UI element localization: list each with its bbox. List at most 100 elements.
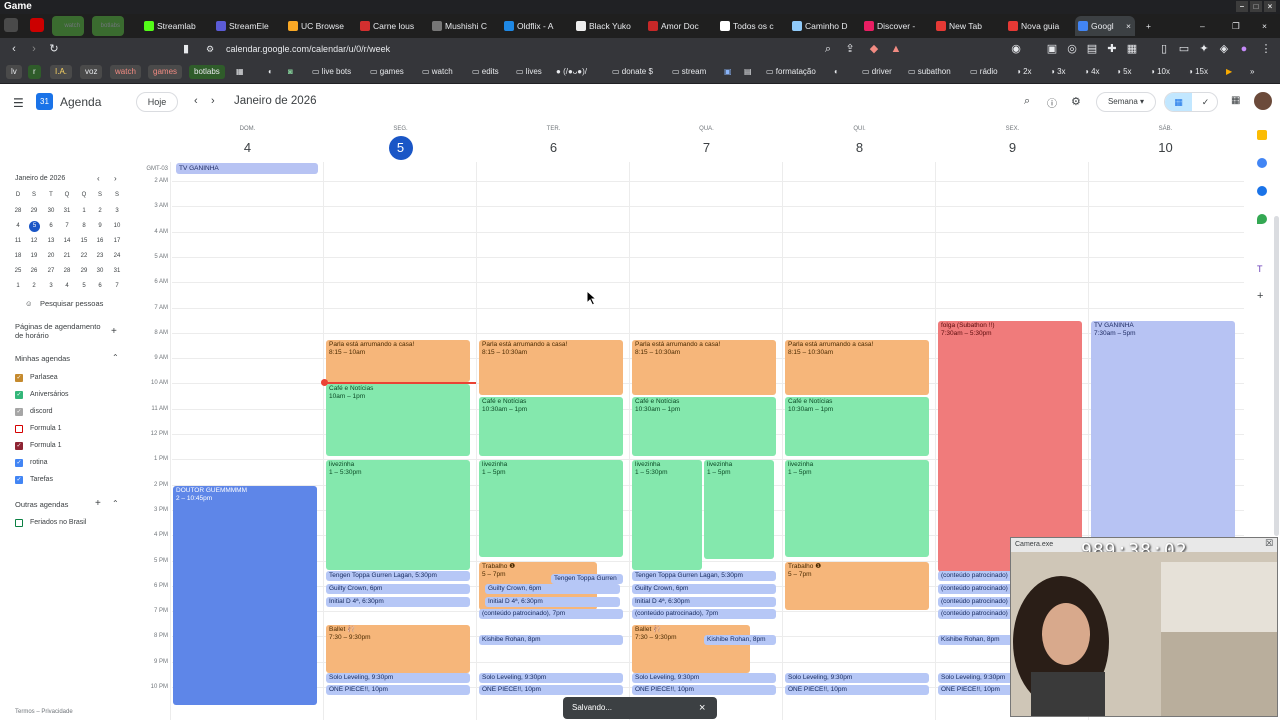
mini-calendar-day[interactable]: 5 bbox=[76, 281, 92, 292]
day-header[interactable]: QUI. 8 bbox=[783, 120, 936, 160]
day-header[interactable]: DOM. 4 bbox=[171, 120, 324, 160]
mini-calendar-day[interactable]: 7 bbox=[59, 221, 75, 232]
bookmark[interactable]: ▤ bbox=[744, 65, 752, 79]
bookmark-folder[interactable]: I.A. bbox=[50, 65, 73, 79]
calendar-list-item[interactable]: ✓ Formula 1 bbox=[15, 440, 62, 452]
puzzle-icon[interactable]: ✚ bbox=[1104, 41, 1120, 57]
tab[interactable]: Todos os c bbox=[717, 16, 787, 36]
brave-shield-icon[interactable]: ◆ bbox=[866, 41, 882, 57]
speed-bookmark[interactable]: ◑ 15x bbox=[1188, 65, 1208, 79]
speed-bookmark[interactable]: ◑ 5x bbox=[1116, 65, 1132, 79]
calendar-event[interactable]: Café e Notícias 10:30am – 1pm bbox=[785, 397, 929, 456]
my-calendars-heading[interactable]: Minhas agendas bbox=[15, 354, 70, 363]
mini-calendar-day[interactable]: 6 bbox=[43, 221, 59, 232]
tab[interactable]: Nova guia bbox=[1005, 16, 1075, 36]
calendar-event[interactable]: Ballet 🩰 7:30 – 9:30pm bbox=[326, 624, 470, 674]
get-addons-icon[interactable]: + bbox=[1257, 290, 1263, 302]
add-calendar-icon[interactable]: + bbox=[95, 498, 101, 509]
calendar-event[interactable]: Solo Leveling, 9:30pm bbox=[326, 672, 470, 683]
settings-gear-icon[interactable]: ⚙ bbox=[1071, 95, 1081, 108]
extension-icon[interactable]: ▤ bbox=[1084, 41, 1100, 57]
day-number[interactable]: 7 bbox=[695, 136, 719, 160]
bookmark-icon[interactable]: ▮ bbox=[178, 41, 194, 57]
minimize-icon[interactable]: – bbox=[1196, 16, 1205, 36]
day-header[interactable]: QUA. 7 bbox=[630, 120, 783, 160]
tab-group-watch[interactable]: watch bbox=[52, 16, 84, 36]
add-booking-icon[interactable]: + bbox=[111, 326, 117, 337]
calendar-event[interactable]: Café e Notícias 10:30am – 1pm bbox=[632, 397, 776, 456]
calendar-event[interactable]: Ballet 🩰 7:30 – 9:30pm bbox=[632, 624, 750, 674]
speed-bookmark[interactable]: ◑ 3x bbox=[1050, 65, 1066, 79]
calendar-event[interactable]: ONE PIECE!!, 10pm bbox=[326, 685, 470, 696]
apps-icon[interactable]: ▦ bbox=[236, 65, 244, 79]
next-week-button[interactable]: › bbox=[211, 95, 215, 107]
mini-calendar-day[interactable]: 23 bbox=[92, 251, 108, 262]
calendar-event[interactable]: Tengen Toppa Gurren Lagan, 5:30pm bbox=[632, 571, 776, 582]
tab[interactable]: New Tab bbox=[933, 16, 1003, 36]
rewards-icon[interactable]: ▲ bbox=[888, 41, 904, 57]
mini-calendar-day[interactable]: 9 bbox=[92, 221, 108, 232]
profile-icon[interactable]: ● bbox=[1236, 41, 1252, 57]
share-icon[interactable]: ⇪ bbox=[842, 41, 858, 57]
mini-prev-icon[interactable]: ‹ bbox=[97, 174, 100, 183]
calendar-event[interactable]: DOUTOR GUEMMMMM 2 – 10:45pm bbox=[173, 485, 317, 705]
calendar-event[interactable]: Guilty Crown, 6pm bbox=[485, 584, 620, 595]
day-number[interactable]: 8 bbox=[848, 136, 872, 160]
day-number[interactable]: 6 bbox=[542, 136, 566, 160]
calendar-list-item[interactable]: ✓ discord bbox=[15, 406, 53, 418]
calendar-list-item[interactable]: Formula 1 bbox=[15, 423, 62, 435]
day-number[interactable]: 4 bbox=[236, 136, 260, 160]
tasks-icon[interactable] bbox=[1257, 158, 1267, 168]
mini-calendar-day[interactable]: 6 bbox=[92, 281, 108, 292]
close-window-button[interactable]: × bbox=[1264, 1, 1276, 12]
avatar[interactable] bbox=[1254, 92, 1272, 110]
bookmark-folder[interactable]: ▭ donate $ bbox=[612, 65, 653, 79]
calendar-event[interactable]: livezinha 1 – 5pm bbox=[479, 460, 623, 557]
calendar-event[interactable]: folga (Subathon !!) 7:30am – 5:30pm bbox=[938, 321, 1082, 573]
mini-calendar-day[interactable]: 30 bbox=[92, 266, 108, 277]
calendar-checkbox[interactable]: ✓ bbox=[15, 476, 23, 484]
back-button[interactable]: ‹ bbox=[6, 41, 22, 57]
extension-icon[interactable]: ✦ bbox=[1196, 41, 1212, 57]
mini-calendar-day[interactable]: 29 bbox=[26, 206, 42, 217]
zoom-icon[interactable]: ⌕ bbox=[820, 41, 836, 57]
contacts-icon[interactable] bbox=[1257, 186, 1267, 196]
bookmark-folder[interactable]: games bbox=[148, 65, 183, 79]
maps-icon[interactable] bbox=[1257, 214, 1267, 224]
calendar-event[interactable]: livezinha 1 – 5pm bbox=[785, 460, 929, 557]
bookmark-folder[interactable]: r bbox=[28, 65, 41, 79]
mini-calendar-day[interactable]: 13 bbox=[43, 236, 59, 247]
calendar-list-item[interactable]: ✓ rotina bbox=[15, 457, 48, 469]
url-input[interactable]: ⚙ calendar.google.com/calendar/u/0/r/wee… bbox=[196, 40, 916, 58]
tab[interactable]: Oldflix - A bbox=[501, 16, 571, 36]
calendar-event[interactable]: (conteúdo patrocinado), 7pm bbox=[632, 609, 776, 620]
calendar-event[interactable]: Tengen Toppa Gurren Lagan, 5:30pm bbox=[326, 571, 470, 582]
mini-calendar-day[interactable]: 22 bbox=[76, 251, 92, 262]
day-header[interactable]: TER. 6 bbox=[477, 120, 630, 160]
mini-calendar-day[interactable]: 7 bbox=[109, 281, 125, 292]
mini-calendar-day[interactable]: 2 bbox=[26, 281, 42, 292]
mini-next-icon[interactable]: › bbox=[114, 174, 117, 183]
calendar-event[interactable]: Initial D 4ª, 6:30pm bbox=[632, 596, 776, 607]
calendar-checkbox[interactable]: ✓ bbox=[15, 408, 23, 416]
mini-calendar-day[interactable]: 17 bbox=[109, 236, 125, 247]
tab[interactable]: Mushishi C bbox=[429, 16, 499, 36]
calendar-checkbox[interactable]: ✓ bbox=[15, 391, 23, 399]
calendar-checkbox[interactable]: ✓ bbox=[15, 374, 23, 382]
day-number[interactable]: 10 bbox=[1154, 136, 1178, 160]
extension-icon[interactable]: ▦ bbox=[1124, 41, 1140, 57]
mini-calendar-day[interactable]: 11 bbox=[10, 236, 26, 247]
bookmark[interactable]: ◐ bbox=[268, 65, 273, 79]
mini-calendar-day[interactable]: 14 bbox=[59, 236, 75, 247]
youtube-icon[interactable] bbox=[30, 18, 44, 32]
search-people[interactable]: ☺ Pesquisar pessoas bbox=[15, 296, 125, 312]
tab-active-calendar[interactable]: Googl × bbox=[1075, 16, 1135, 36]
bookmark-folder[interactable]: ▭ games bbox=[370, 65, 404, 79]
wallet-icon[interactable]: ◈ bbox=[1216, 41, 1232, 57]
today-button[interactable]: Hoje bbox=[136, 92, 178, 112]
view-selector[interactable]: Semana ▾ bbox=[1096, 92, 1156, 112]
speed-bookmark[interactable]: ◑ 2x bbox=[1016, 65, 1032, 79]
calendar-event[interactable]: ONE PIECE!!, 10pm bbox=[632, 685, 776, 696]
webcam-close-icon[interactable]: ☒ bbox=[1265, 538, 1273, 549]
calendar-list-item[interactable]: ✓ Parlasea bbox=[15, 372, 58, 384]
